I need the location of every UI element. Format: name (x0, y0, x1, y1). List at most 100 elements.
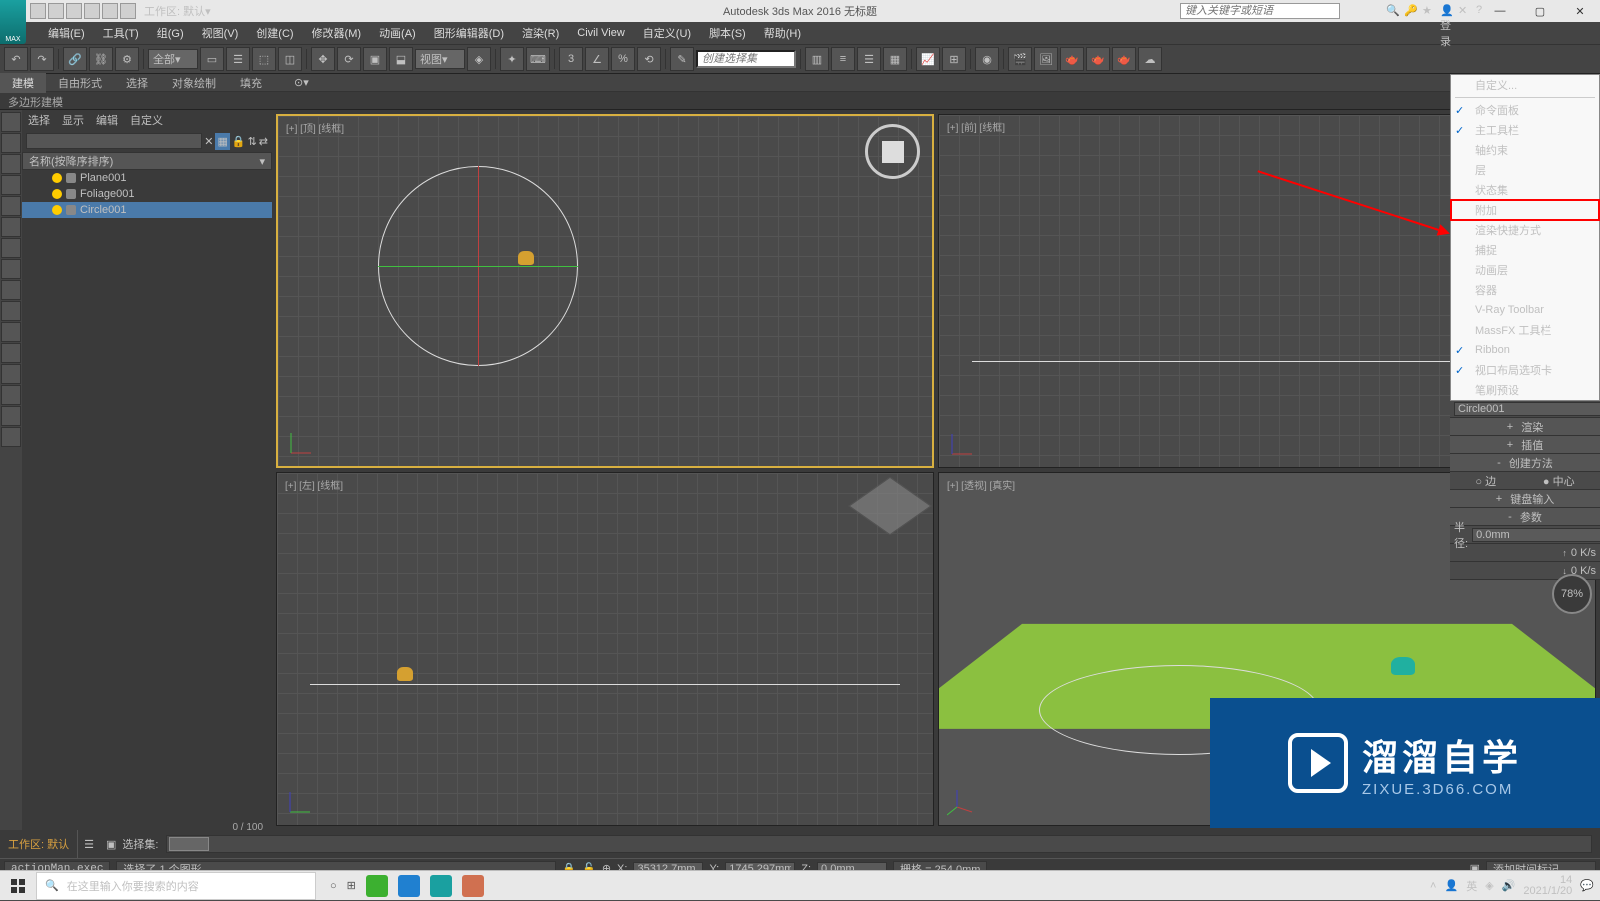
menu-create[interactable]: 创建(C) (248, 22, 301, 44)
lock-icon[interactable]: 🔒 (232, 135, 246, 148)
login-button[interactable]: 👤 登录 (1440, 4, 1454, 18)
time-slider-thumb[interactable] (169, 837, 209, 851)
cm-statesets[interactable]: 状态集 (1451, 180, 1599, 200)
viewport-label[interactable]: [+] [前] [线框] (947, 119, 1005, 134)
lp-icon-6[interactable] (1, 217, 21, 237)
new-icon[interactable] (30, 3, 46, 19)
lp-icon-8[interactable] (1, 259, 21, 279)
lp-icon-11[interactable] (1, 322, 21, 342)
cortana-icon[interactable]: ○ (330, 880, 337, 892)
viewport-label[interactable]: [+] [左] [线框] (285, 477, 343, 492)
close-button[interactable]: ✕ (1560, 0, 1600, 22)
tray-time[interactable]: 14 (1523, 875, 1572, 886)
viewport-label[interactable]: [+] [顶] [线框] (286, 120, 344, 135)
cm-layers[interactable]: 层 (1451, 160, 1599, 180)
cm-vray-toolbar[interactable]: V-Ray Toolbar (1451, 300, 1599, 320)
cm-render-shortcuts[interactable]: 渲染快捷方式 (1451, 220, 1599, 240)
app-logo[interactable]: MAX (0, 0, 26, 44)
select-by-name-icon[interactable]: ☰ (226, 47, 250, 71)
mirror-icon[interactable]: ▥ (805, 47, 829, 71)
se-tab-custom[interactable]: 自定义 (130, 112, 163, 128)
lp-icon-12[interactable] (1, 343, 21, 363)
menu-help[interactable]: 帮助(H) (756, 22, 809, 44)
viewport-left[interactable]: [+] [左] [线框] (276, 472, 934, 826)
viewport-label[interactable]: [+] [透视] [真实] (947, 477, 1015, 492)
start-button[interactable] (0, 871, 36, 901)
volume-icon[interactable]: 🔊 (1502, 879, 1516, 892)
toggle-ribbon-icon[interactable]: ▦ (883, 47, 907, 71)
view-icon[interactable]: ▦ (215, 133, 229, 150)
curve-editor-icon[interactable]: 📈 (916, 47, 940, 71)
snap-icon[interactable]: 3 (559, 47, 583, 71)
menu-group[interactable]: 组(G) (149, 22, 192, 44)
menu-tools[interactable]: 工具(T) (95, 22, 147, 44)
key-icon[interactable]: 🔑 (1404, 4, 1418, 18)
network-icon[interactable]: ◈ (1485, 879, 1493, 892)
workspace-label-bottom[interactable]: 工作区: 默认 (0, 830, 78, 858)
steering-wheel[interactable] (865, 124, 920, 179)
schematic-icon[interactable]: ⊞ (942, 47, 966, 71)
undo-icon[interactable] (84, 3, 100, 19)
rollout-render[interactable]: +渲染 (1450, 418, 1600, 436)
bulb-icon[interactable] (52, 205, 62, 215)
bulb-icon[interactable] (52, 189, 62, 199)
cm-viewport-layout-tabs[interactable]: ✓视口布局选项卡 (1451, 360, 1599, 380)
scale-icon[interactable]: ▣ (363, 47, 387, 71)
save-icon[interactable] (66, 3, 82, 19)
cm-massfx-toolbar[interactable]: MassFX 工具栏 (1451, 320, 1599, 340)
pivot-icon[interactable]: ◈ (467, 47, 491, 71)
lp-icon-13[interactable] (1, 364, 21, 384)
minimize-button[interactable]: — (1480, 0, 1520, 22)
rollout-keyboard[interactable]: +键盘输入 (1450, 490, 1600, 508)
se-tab-select[interactable]: 选择 (28, 112, 50, 128)
cm-axis-constraint[interactable]: 轴约束 (1451, 140, 1599, 160)
unlink-icon[interactable]: ⛓ (89, 47, 113, 71)
lp-icon-2[interactable] (1, 133, 21, 153)
clear-icon[interactable]: ✕ (204, 135, 213, 148)
render-production-icon[interactable]: 🫖 (1086, 47, 1110, 71)
lp-icon-4[interactable] (1, 175, 21, 195)
render-iterative-icon[interactable]: 🫖 (1112, 47, 1136, 71)
search-input[interactable] (1180, 3, 1340, 19)
menu-customize[interactable]: 自定义(U) (635, 22, 699, 44)
ribbon-tab-modeling[interactable]: 建模 (0, 73, 46, 93)
cm-customize[interactable]: 自定义... (1451, 75, 1599, 95)
material-editor-icon[interactable]: ◉ (975, 47, 999, 71)
cm-anim-layers[interactable]: 动画层 (1451, 260, 1599, 280)
foliage-object[interactable] (1391, 657, 1415, 675)
ribbon-tab-objectpaint[interactable]: 对象绘制 (160, 73, 228, 93)
viewport-top[interactable]: [+] [顶] [线框] (276, 114, 934, 468)
cm-ribbon[interactable]: ✓Ribbon (1451, 340, 1599, 360)
se-opts-icon[interactable]: ⇅ (248, 135, 257, 148)
menu-grapheditors[interactable]: 图形编辑器(D) (426, 22, 512, 44)
list-item[interactable]: Foliage001 (22, 186, 272, 202)
cm-extras[interactable]: 附加 (1451, 200, 1599, 220)
foliage-object[interactable] (397, 667, 413, 681)
people-icon[interactable]: 👤 (1444, 879, 1458, 892)
lp-icon-3[interactable] (1, 154, 21, 174)
3dsmax-icon[interactable] (430, 875, 452, 897)
binoculars-icon[interactable]: 🔍 (1386, 4, 1400, 18)
tray-date[interactable]: 2021/1/20 (1523, 886, 1572, 897)
infocenter-search[interactable] (1180, 3, 1340, 19)
ribbon-tab-freeform[interactable]: 自由形式 (46, 73, 114, 93)
menu-edit[interactable]: 编辑(E) (40, 22, 93, 44)
circle-edge[interactable] (310, 684, 900, 685)
align-icon[interactable]: ≡ (831, 47, 855, 71)
ribbon-panel-label[interactable]: 多边形建模 (0, 92, 1600, 110)
se-filter-input[interactable] (26, 133, 202, 149)
exchange-icon[interactable]: ✕ (1458, 4, 1472, 18)
menu-view[interactable]: 视图(V) (194, 22, 247, 44)
move-icon[interactable]: ✥ (311, 47, 335, 71)
lp-icon-15[interactable] (1, 406, 21, 426)
layer-icon[interactable]: ☰ (78, 838, 100, 851)
spinner-snap-icon[interactable]: ⟲ (637, 47, 661, 71)
radio-center[interactable]: ● 中心 (1543, 473, 1575, 489)
selection-filter[interactable]: 全部▾ (148, 49, 198, 69)
time-slider[interactable]: 0 / 100 (166, 835, 1592, 853)
manipulate-icon[interactable]: ✦ (500, 47, 524, 71)
star-icon[interactable]: ★ (1422, 4, 1436, 18)
bulb-icon[interactable] (52, 173, 62, 183)
object-name-input[interactable] (1454, 402, 1600, 416)
render-icon[interactable]: 🫖 (1060, 47, 1084, 71)
